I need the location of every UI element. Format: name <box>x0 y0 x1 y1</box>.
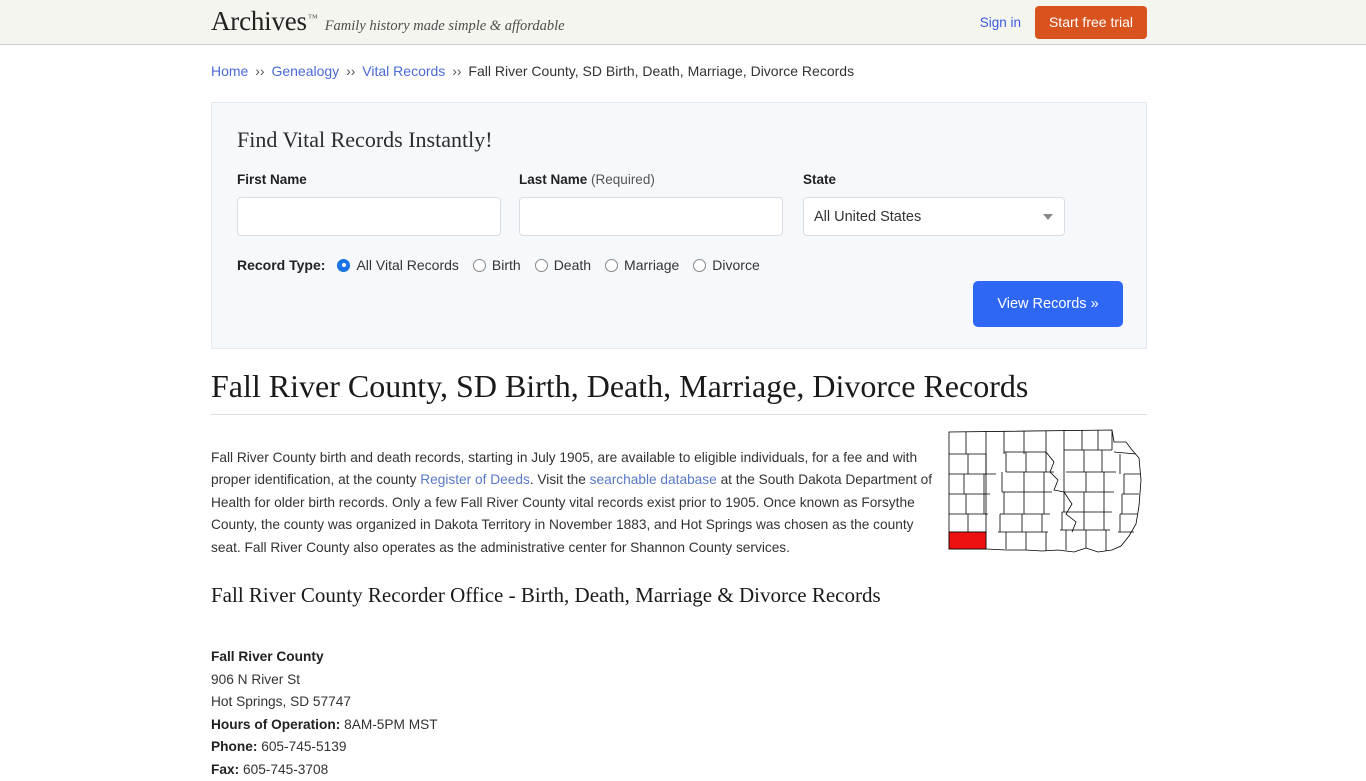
last-name-input[interactable] <box>519 197 783 236</box>
first-name-label: First Name <box>237 172 519 187</box>
county-contact-block: Fall River County 906 N River St Hot Spr… <box>211 646 438 781</box>
state-label: State <box>803 172 1065 187</box>
search-panel-title: Find Vital Records Instantly! <box>237 127 1146 153</box>
radio-label: Death <box>554 257 591 273</box>
sign-in-link[interactable]: Sign in <box>980 15 1021 30</box>
breadcrumb: Home ›› Genealogy ›› Vital Records ›› Fa… <box>211 63 854 79</box>
last-name-label: Last Name (Required) <box>519 172 803 187</box>
breadcrumb-separator: ›› <box>343 63 358 79</box>
contact-fax: Fax: 605-745-3708 <box>211 759 438 781</box>
radio-label: Birth <box>492 257 521 273</box>
searchable-database-link[interactable]: searchable database <box>590 472 717 487</box>
breadcrumb-separator: ›› <box>449 63 464 79</box>
breadcrumb-item-vital-records[interactable]: Vital Records <box>362 63 445 79</box>
site-tagline: Family history made simple & affordable <box>325 18 565 35</box>
start-free-trial-button[interactable]: Start free trial <box>1035 6 1147 39</box>
radio-label: Divorce <box>712 257 759 273</box>
intro-text-part-2: . Visit the <box>530 472 590 487</box>
contact-phone-value: 605-745-5139 <box>261 739 346 754</box>
site-header: Archives ™ Family history made simple & … <box>0 0 1366 45</box>
radio-death[interactable]: Death <box>535 257 591 273</box>
state-field-group: State All United States <box>803 172 1065 236</box>
radio-label: Marriage <box>624 257 679 273</box>
contact-city-state-zip: Hot Springs, SD 57747 <box>211 691 438 714</box>
view-records-button[interactable]: View Records » <box>973 281 1123 327</box>
radio-marriage[interactable]: Marriage <box>605 257 679 273</box>
contact-phone: Phone: 605-745-5139 <box>211 736 438 759</box>
south-dakota-county-map <box>946 428 1146 556</box>
recorder-office-section-title: Fall River County Recorder Office - Birt… <box>211 583 881 608</box>
last-name-label-text: Last Name <box>519 172 587 187</box>
last-name-field-group: Last Name (Required) <box>519 172 803 236</box>
radio-icon <box>535 259 548 272</box>
contact-phone-label: Phone: <box>211 739 257 754</box>
first-name-field-group: First Name <box>237 172 519 236</box>
header-actions: Sign in Start free trial <box>980 0 1147 45</box>
breadcrumb-item-genealogy[interactable]: Genealogy <box>271 63 339 79</box>
contact-hours-label: Hours of Operation: <box>211 717 340 732</box>
state-select[interactable]: All United States <box>803 197 1065 236</box>
breadcrumb-item-home[interactable]: Home <box>211 63 248 79</box>
contact-hours: Hours of Operation: 8AM-5PM MST <box>211 714 438 737</box>
radio-icon-checked <box>337 259 350 272</box>
breadcrumb-item-current: Fall River County, SD Birth, Death, Marr… <box>468 63 854 79</box>
contact-fax-label: Fax: <box>211 762 239 777</box>
radio-icon <box>473 259 486 272</box>
contact-street: 906 N River St <box>211 669 438 692</box>
breadcrumb-separator: ›› <box>252 63 267 79</box>
radio-icon <box>605 259 618 272</box>
logo-wordmark: Archives <box>211 6 307 37</box>
radio-birth[interactable]: Birth <box>473 257 521 273</box>
vital-records-search-panel: Find Vital Records Instantly! First Name… <box>211 102 1147 349</box>
record-type-row: Record Type: All Vital Records Birth Dea… <box>237 257 1146 273</box>
site-logo[interactable]: Archives ™ Family history made simple & … <box>211 6 565 37</box>
contact-hours-value: 8AM-5PM MST <box>344 717 438 732</box>
trademark-icon: ™ <box>308 13 318 24</box>
first-name-input[interactable] <box>237 197 501 236</box>
highlighted-county-fall-river <box>949 532 986 549</box>
state-select-wrapper: All United States <box>803 197 1065 236</box>
radio-label: All Vital Records <box>356 257 458 273</box>
page-title: Fall River County, SD Birth, Death, Marr… <box>211 368 1028 405</box>
search-fields-row: First Name Last Name (Required) State Al… <box>237 172 1146 236</box>
intro-paragraph: Fall River County birth and death record… <box>211 447 946 560</box>
radio-icon <box>693 259 706 272</box>
contact-fax-value: 605-745-3708 <box>243 762 328 777</box>
contact-county-name: Fall River County <box>211 646 438 669</box>
radio-divorce[interactable]: Divorce <box>693 257 759 273</box>
title-divider <box>211 414 1147 415</box>
radio-all-vital-records[interactable]: All Vital Records <box>337 257 458 273</box>
last-name-required-note: (Required) <box>591 172 655 187</box>
register-of-deeds-link[interactable]: Register of Deeds <box>420 472 530 487</box>
record-type-label: Record Type: <box>237 257 325 273</box>
